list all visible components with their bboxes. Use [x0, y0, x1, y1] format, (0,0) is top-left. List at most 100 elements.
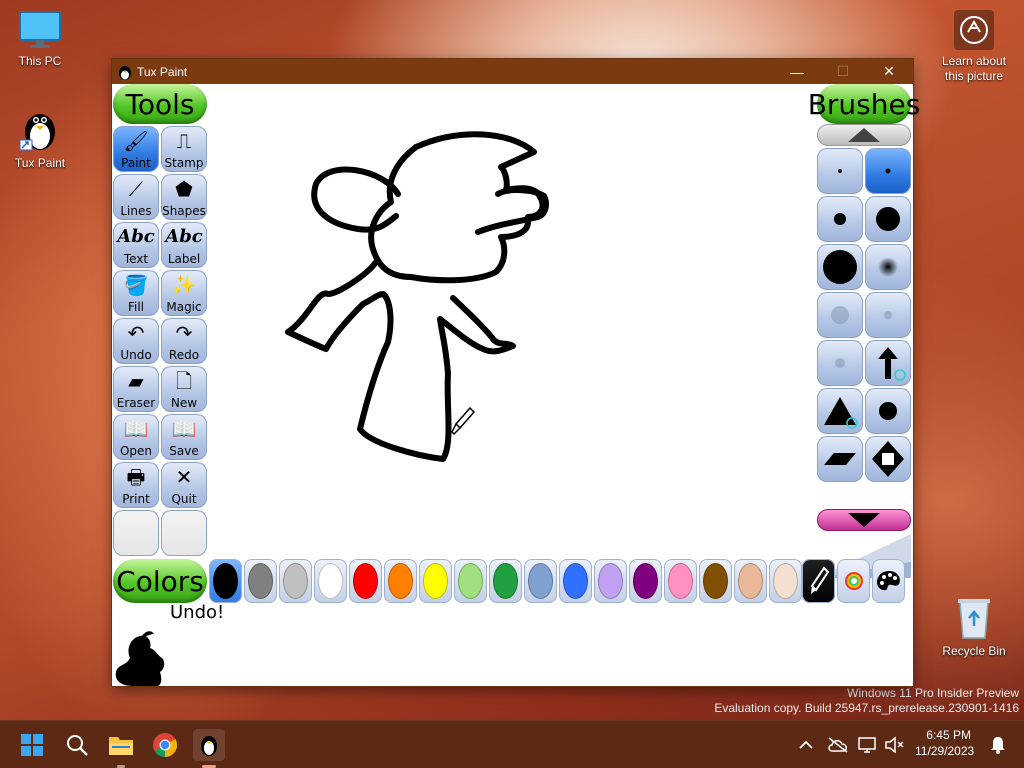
color-swatch[interactable]: [664, 559, 697, 603]
tux-penguin-icon: [201, 736, 217, 756]
rainbow-color-button[interactable]: [837, 559, 870, 603]
color-swatch[interactable]: [349, 559, 382, 603]
palette-button[interactable]: [872, 559, 905, 603]
desktop-icon-learn-about[interactable]: Learn about this picture: [934, 10, 1014, 84]
notifications-button[interactable]: [982, 729, 1014, 761]
brush-button[interactable]: [817, 244, 863, 290]
show-hidden-icons-button[interactable]: [790, 729, 822, 761]
desktop-icon-recycle-bin[interactable]: Recycle Bin: [934, 596, 1014, 658]
color-swatch[interactable]: [209, 559, 242, 603]
clock-date: 11/29/2023: [915, 744, 975, 758]
color-swatch[interactable]: [244, 559, 277, 603]
tool-label: Fill: [127, 300, 145, 314]
brush-button[interactable]: [865, 388, 911, 434]
color-dot: [213, 563, 238, 599]
tool-fill-button[interactable]: 🪣 Fill: [113, 270, 159, 316]
tool-label: Lines: [120, 204, 152, 218]
tux-app-icon: [119, 65, 131, 80]
color-swatch[interactable]: [629, 559, 662, 603]
tool-undo-button[interactable]: ↶ Undo: [113, 318, 159, 364]
shapes-icon: ⬟: [175, 177, 193, 201]
tool-label: Undo: [120, 348, 152, 362]
brush-fuzzy-dot-icon: [878, 257, 898, 277]
open-book-icon: 📖: [123, 417, 149, 441]
search-button[interactable]: [61, 729, 93, 761]
color-dot: [738, 563, 763, 599]
tool-label-button[interactable]: Abc Label: [161, 222, 207, 268]
clock-time: 6:45 PM: [926, 728, 971, 742]
brush-button[interactable]: [817, 436, 863, 482]
file-explorer-button[interactable]: [105, 729, 137, 761]
minimize-button[interactable]: —: [774, 59, 820, 84]
tool-stamp-button[interactable]: ⎍ Stamp: [161, 126, 207, 172]
color-swatch[interactable]: [734, 559, 767, 603]
drawing-canvas[interactable]: [208, 84, 816, 556]
tool-new-button[interactable]: 🗋 New: [161, 366, 207, 412]
desktop-icon-label: Tux Paint: [14, 156, 66, 170]
tool-label: New: [170, 396, 198, 410]
color-dot: [668, 563, 693, 599]
close-button[interactable]: ✕: [866, 59, 912, 84]
tool-eraser-button[interactable]: ▰ Eraser: [113, 366, 159, 412]
clock[interactable]: 6:45 PM 11/29/2023: [915, 727, 975, 759]
tool-print-button[interactable]: 🖶 Print: [113, 462, 159, 508]
monitor-network-icon: [858, 737, 876, 753]
start-button[interactable]: [16, 729, 48, 761]
close-icon: ✕: [883, 63, 895, 79]
maximize-icon: ☐: [836, 63, 850, 79]
tool-open-button[interactable]: 📖 Open: [113, 414, 159, 460]
tool-text-button[interactable]: Abc Text: [113, 222, 159, 268]
tool-label: Open: [119, 444, 153, 458]
color-swatch[interactable]: [524, 559, 557, 603]
brush-button[interactable]: [865, 148, 911, 194]
brush-button[interactable]: [817, 148, 863, 194]
desktop-icon-this-pc[interactable]: This PC: [0, 10, 80, 68]
tux-paint-taskbar-button[interactable]: [193, 729, 225, 761]
tool-quit-button[interactable]: ✕ Quit: [161, 462, 207, 508]
brush-button[interactable]: [865, 196, 911, 242]
brush-button[interactable]: [865, 340, 911, 386]
color-swatch[interactable]: [454, 559, 487, 603]
color-swatch[interactable]: [314, 559, 347, 603]
paintbrush-icon: 🖌: [123, 129, 149, 153]
tool-lines-button[interactable]: ⟋ Lines: [113, 174, 159, 220]
brush-button[interactable]: [865, 244, 911, 290]
tool-magic-button[interactable]: ✨ Magic: [161, 270, 207, 316]
color-picker-button[interactable]: [802, 559, 835, 603]
color-swatch[interactable]: [699, 559, 732, 603]
brush-button[interactable]: [817, 388, 863, 434]
folder-icon: [109, 737, 133, 755]
chrome-button[interactable]: [149, 729, 181, 761]
color-swatch[interactable]: [419, 559, 452, 603]
brush-button[interactable]: [817, 340, 863, 386]
tool-shapes-button[interactable]: ⬟ Shapes: [161, 174, 207, 220]
brush-button[interactable]: [817, 196, 863, 242]
brush-button[interactable]: [865, 436, 911, 482]
tool-save-button[interactable]: 📖 Save: [161, 414, 207, 460]
onedrive-button[interactable]: [822, 729, 854, 761]
tool-paint-button[interactable]: 🖌 Paint: [113, 126, 159, 172]
color-swatch[interactable]: [279, 559, 312, 603]
brushes-scroll-down-button[interactable]: [817, 509, 911, 531]
color-swatch[interactable]: [769, 559, 802, 603]
color-swatch[interactable]: [559, 559, 592, 603]
desktop-icon-tux-paint[interactable]: Tux Paint: [0, 106, 80, 170]
tool-label: Print: [122, 492, 150, 506]
search-icon: [67, 735, 88, 756]
brush-soft-small-icon: [884, 311, 892, 319]
tool-redo-button[interactable]: ↷ Redo: [161, 318, 207, 364]
volume-button[interactable]: [878, 729, 910, 761]
fill-bucket-icon: 🪣: [123, 273, 149, 297]
brush-button[interactable]: [817, 292, 863, 338]
triangle-up-icon: [848, 128, 880, 142]
color-swatch[interactable]: [489, 559, 522, 603]
color-dot: [598, 563, 623, 599]
empty-tool-slot: [113, 510, 159, 556]
maximize-button[interactable]: ☐: [820, 59, 866, 84]
brushes-scroll-up-button[interactable]: [817, 124, 911, 146]
title-bar[interactable]: Tux Paint — ☐ ✕: [112, 59, 913, 84]
color-swatch[interactable]: [594, 559, 627, 603]
brush-button[interactable]: [865, 292, 911, 338]
tool-label: Eraser: [116, 396, 156, 410]
color-swatch[interactable]: [384, 559, 417, 603]
